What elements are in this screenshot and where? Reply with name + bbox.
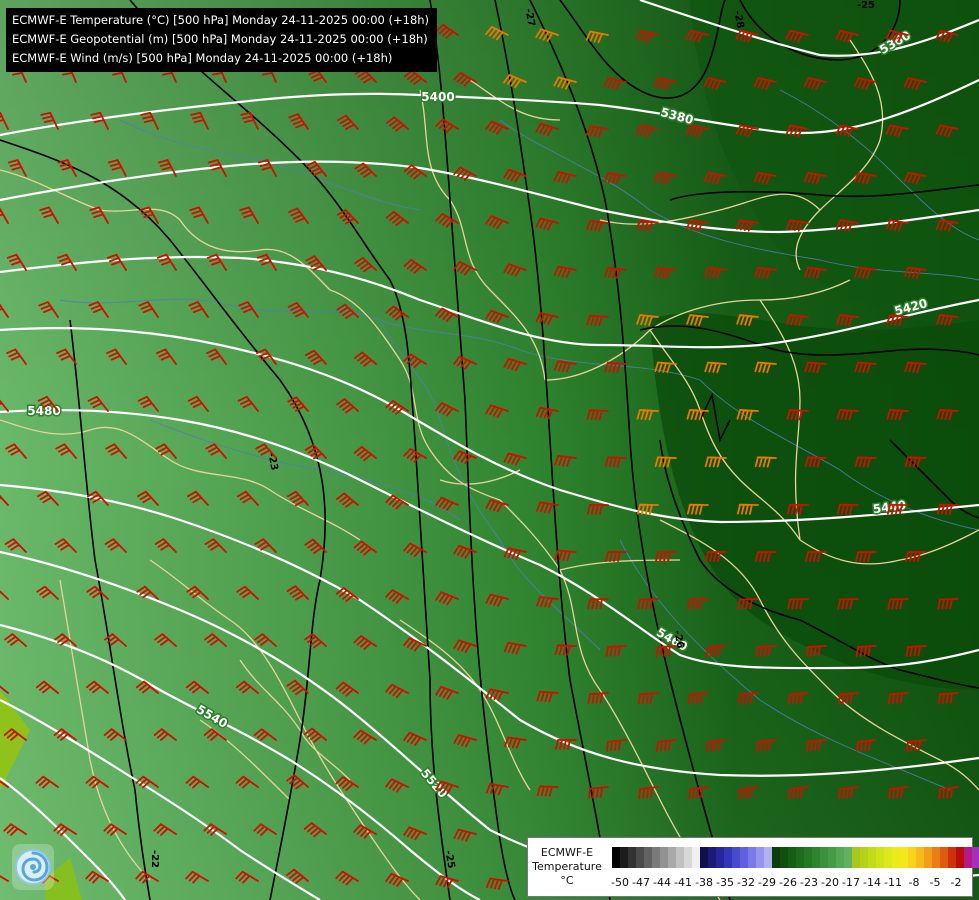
- legend-swatch: [844, 847, 852, 868]
- title-temperature: ECMWF-E Temperature (°C) [500 hPa] Monda…: [12, 13, 430, 27]
- legend-swatch: [908, 847, 916, 868]
- geopotential-label: 5400: [421, 90, 454, 104]
- legend-swatch: [948, 847, 956, 868]
- legend-swatch: [628, 847, 636, 868]
- legend-swatch: [916, 847, 924, 868]
- legend-swatch: [932, 847, 940, 868]
- legend-tick: -17: [842, 876, 860, 889]
- legend-swatch: [924, 847, 932, 868]
- legend-swatch: [780, 847, 788, 868]
- legend-swatch: [668, 847, 676, 868]
- legend-swatch: [692, 847, 700, 868]
- legend-swatch: [876, 847, 884, 868]
- temperature-legend: ECMWF-E Temperature °C -50 -47 -44 -41 -38 -3…: [527, 837, 979, 897]
- legend-tick: -23: [800, 876, 818, 889]
- legend-title: ECMWF-E Temperature °C: [531, 846, 603, 888]
- legend-swatch: [636, 847, 644, 868]
- legend-swatch: [828, 847, 836, 868]
- title-box: ECMWF-E Temperature (°C) [500 hPa] Monda…: [6, 8, 438, 72]
- legend-swatch: [756, 847, 764, 868]
- legend-swatch: [900, 847, 908, 868]
- legend-title-variable: Temperature: [532, 860, 602, 873]
- legend-tick: -8: [908, 876, 920, 889]
- legend-swatch: [716, 847, 724, 868]
- legend-title-model: ECMWF-E: [540, 846, 594, 859]
- legend-swatch: [644, 847, 652, 868]
- legend-tick: -11: [884, 876, 902, 889]
- legend-tick: -2: [950, 876, 962, 889]
- legend-swatch: [612, 847, 620, 868]
- temperature-label: -22: [149, 850, 160, 868]
- legend-swatch: [676, 847, 684, 868]
- legend-tick: -35: [716, 876, 734, 889]
- legend-swatch: [620, 847, 628, 868]
- legend-tick: -41: [674, 876, 692, 889]
- legend-swatch: [972, 847, 979, 868]
- legend-tick: -32: [737, 876, 755, 889]
- ecmwf-logo-icon: [12, 844, 54, 890]
- legend-swatch: [892, 847, 900, 868]
- legend-swatch: [836, 847, 844, 868]
- legend-swatch: [788, 847, 796, 868]
- legend-tick: -29: [758, 876, 776, 889]
- legend-tick: -38: [695, 876, 713, 889]
- legend-swatch: [772, 847, 780, 868]
- temperature-label: -25: [857, 0, 875, 11]
- legend-swatch: [956, 847, 964, 868]
- legend-swatch: [940, 847, 948, 868]
- legend-tick: -50: [611, 876, 629, 889]
- legend-swatch: [812, 847, 820, 868]
- legend-swatch: [804, 847, 812, 868]
- legend-swatch: [764, 847, 772, 868]
- legend-swatch: [660, 847, 668, 868]
- weather-map-viewer: 5360 5380 5400 5420 5440 5460 5480 5520 5540 -25…: [0, 0, 979, 900]
- legend-swatch: [964, 847, 972, 868]
- title-geopotential: ECMWF-E Geopotential (m) [500 hPa] Monda…: [12, 32, 428, 46]
- legend-color-bar: [612, 847, 979, 868]
- legend-swatch: [700, 847, 708, 868]
- legend-swatch: [740, 847, 748, 868]
- title-wind: ECMWF-E Wind (m/s) [500 hPa] Monday 24-1…: [12, 51, 393, 65]
- legend-swatch: [748, 847, 756, 868]
- legend-swatch: [684, 847, 692, 868]
- legend-tick: -47: [632, 876, 650, 889]
- legend-swatch: [708, 847, 716, 868]
- legend-title-unit: °C: [560, 874, 574, 887]
- legend-tick: -5: [929, 876, 941, 889]
- legend-swatch: [652, 847, 660, 868]
- legend-swatch: [852, 847, 860, 868]
- legend-swatch: [724, 847, 732, 868]
- legend-tick: -20: [821, 876, 839, 889]
- legend-swatch: [820, 847, 828, 868]
- legend-swatch: [732, 847, 740, 868]
- legend-tick: -44: [653, 876, 671, 889]
- legend-swatch: [796, 847, 804, 868]
- legend-tick: -26: [779, 876, 797, 889]
- legend-tick: -14: [863, 876, 881, 889]
- map-canvas: 536053805400542054405460548055205540 -25…: [0, 0, 979, 900]
- legend-swatch: [868, 847, 876, 868]
- legend-swatch: [884, 847, 892, 868]
- legend-swatch: [860, 847, 868, 868]
